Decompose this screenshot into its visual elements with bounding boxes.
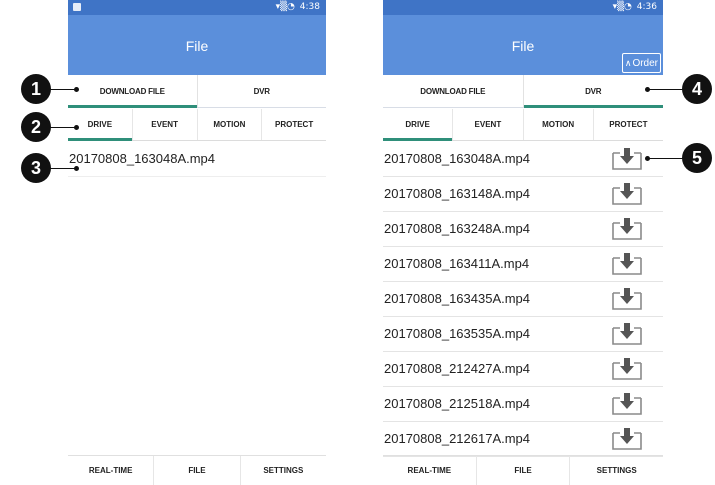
right-phone-screen: ▾▒◔ 4:36 File ∧Order DOWNLOAD FILE DVR D… — [383, 0, 663, 485]
download-tray-icon[interactable] — [609, 147, 645, 171]
callout-3-dot — [74, 166, 79, 171]
file-name: 20170808_212427A.mp4 — [384, 361, 531, 376]
callout-4-dot — [645, 87, 650, 92]
download-tray-icon[interactable] — [609, 427, 645, 451]
page-title: File — [511, 38, 535, 54]
file-name: 20170808_163048A.mp4 — [384, 151, 531, 166]
nav-file[interactable]: FILE — [153, 456, 239, 485]
tab-protect[interactable]: PROTECT — [592, 109, 663, 140]
nav-real-time[interactable]: REAL-TIME — [383, 456, 476, 485]
sub-tabs: DRIVE EVENT MOTION PROTECT — [383, 109, 663, 141]
tab-dvr[interactable]: DVR — [522, 75, 664, 108]
nav-real-time[interactable]: REAL-TIME — [68, 456, 153, 485]
download-tray-icon[interactable] — [609, 357, 645, 381]
page-title: File — [185, 38, 209, 54]
callout-1-leader — [50, 89, 76, 90]
file-row[interactable]: 20170808_163048A.mp4 — [383, 142, 663, 177]
main-tabs: DOWNLOAD FILE DVR — [383, 75, 663, 108]
nav-settings[interactable]: SETTINGS — [569, 456, 663, 485]
file-name: 20170808_163048A.mp4 — [69, 151, 216, 166]
file-row[interactable]: 20170808_163048A.mp4 — [68, 142, 326, 177]
status-time: 4:36 — [636, 2, 657, 12]
system-status: ▾▒◔ 4:36 — [613, 2, 657, 12]
file-name: 20170808_163148A.mp4 — [384, 186, 531, 201]
app-bar: File ∧Order — [383, 15, 663, 75]
file-list: 20170808_163048A.mp4 20170808_163148A.mp4… — [383, 142, 663, 457]
download-tray-icon[interactable] — [609, 252, 645, 276]
nav-settings[interactable]: SETTINGS — [239, 456, 326, 485]
sub-tabs: DRIVE EVENT MOTION PROTECT — [68, 109, 326, 141]
callout-5-dot — [645, 156, 650, 161]
callout-5-leader — [647, 158, 683, 159]
callout-1: 1 — [21, 74, 51, 104]
callout-5: 5 — [682, 143, 712, 173]
file-row[interactable]: 20170808_163411A.mp4 — [383, 247, 663, 282]
callout-1-dot — [74, 87, 79, 92]
file-list: 20170808_163048A.mp4 — [68, 142, 326, 177]
file-name: 20170808_163248A.mp4 — [384, 221, 531, 236]
tab-drive[interactable]: DRIVE — [383, 109, 453, 141]
order-button[interactable]: ∧Order — [621, 53, 661, 73]
bottom-nav: REAL-TIME FILE SETTINGS — [383, 455, 663, 485]
file-name: 20170808_163435A.mp4 — [384, 291, 531, 306]
file-name: 20170808_163411A.mp4 — [384, 256, 530, 271]
callout-4: 4 — [682, 74, 712, 104]
download-tray-icon[interactable] — [609, 392, 645, 416]
file-name: 20170808_212518A.mp4 — [384, 396, 531, 411]
app-bar: File — [68, 15, 326, 75]
left-phone-screen: ▾▒◔ 4:38 File DOWNLOAD FILE DVR DRIVE EV… — [68, 0, 326, 485]
download-tray-icon[interactable] — [609, 217, 645, 241]
callout-2-leader — [50, 127, 76, 128]
tab-motion[interactable]: MOTION — [522, 109, 593, 140]
status-bar: ▾▒◔ 4:38 — [68, 0, 326, 15]
callout-3-leader — [50, 168, 76, 169]
file-row[interactable]: 20170808_163248A.mp4 — [383, 212, 663, 247]
file-row[interactable]: 20170808_212617A.mp4 — [383, 422, 663, 457]
signal-icons: ▾▒◔ — [275, 2, 295, 12]
tab-motion[interactable]: MOTION — [196, 109, 262, 140]
nav-file[interactable]: FILE — [475, 456, 570, 485]
file-row[interactable]: 20170808_163148A.mp4 — [383, 177, 663, 212]
callout-2: 2 — [21, 112, 51, 142]
download-tray-icon[interactable] — [609, 287, 645, 311]
file-row[interactable]: 20170808_212518A.mp4 — [383, 387, 663, 422]
tab-protect[interactable]: PROTECT — [261, 109, 326, 140]
callout-3: 3 — [21, 153, 51, 183]
main-tabs: DOWNLOAD FILE DVR — [68, 75, 326, 108]
tab-event[interactable]: EVENT — [452, 109, 522, 140]
file-row[interactable]: 20170808_163435A.mp4 — [383, 282, 663, 317]
file-row[interactable]: 20170808_163535A.mp4 — [383, 317, 663, 352]
bottom-nav: REAL-TIME FILE SETTINGS — [68, 455, 326, 485]
status-bar: ▾▒◔ 4:36 — [383, 0, 663, 15]
notification-icon — [73, 3, 81, 11]
file-name: 20170808_212617A.mp4 — [384, 431, 531, 446]
callout-2-dot — [74, 125, 79, 130]
tab-dvr[interactable]: DVR — [196, 75, 327, 107]
download-tray-icon[interactable] — [609, 182, 645, 206]
chevron-up-icon: ∧ — [624, 58, 632, 68]
system-status: ▾▒◔ 4:38 — [276, 2, 320, 12]
order-label: Order — [632, 58, 658, 69]
file-row[interactable]: 20170808_212427A.mp4 — [383, 352, 663, 387]
tab-event[interactable]: EVENT — [131, 109, 197, 140]
download-tray-icon[interactable] — [609, 322, 645, 346]
status-time: 4:38 — [299, 2, 320, 12]
file-name: 20170808_163535A.mp4 — [384, 326, 531, 341]
signal-icons: ▾▒◔ — [612, 2, 632, 12]
callout-4-leader — [647, 89, 683, 90]
tab-download-file[interactable]: DOWNLOAD FILE — [68, 75, 197, 108]
tab-download-file[interactable]: DOWNLOAD FILE — [383, 75, 523, 107]
